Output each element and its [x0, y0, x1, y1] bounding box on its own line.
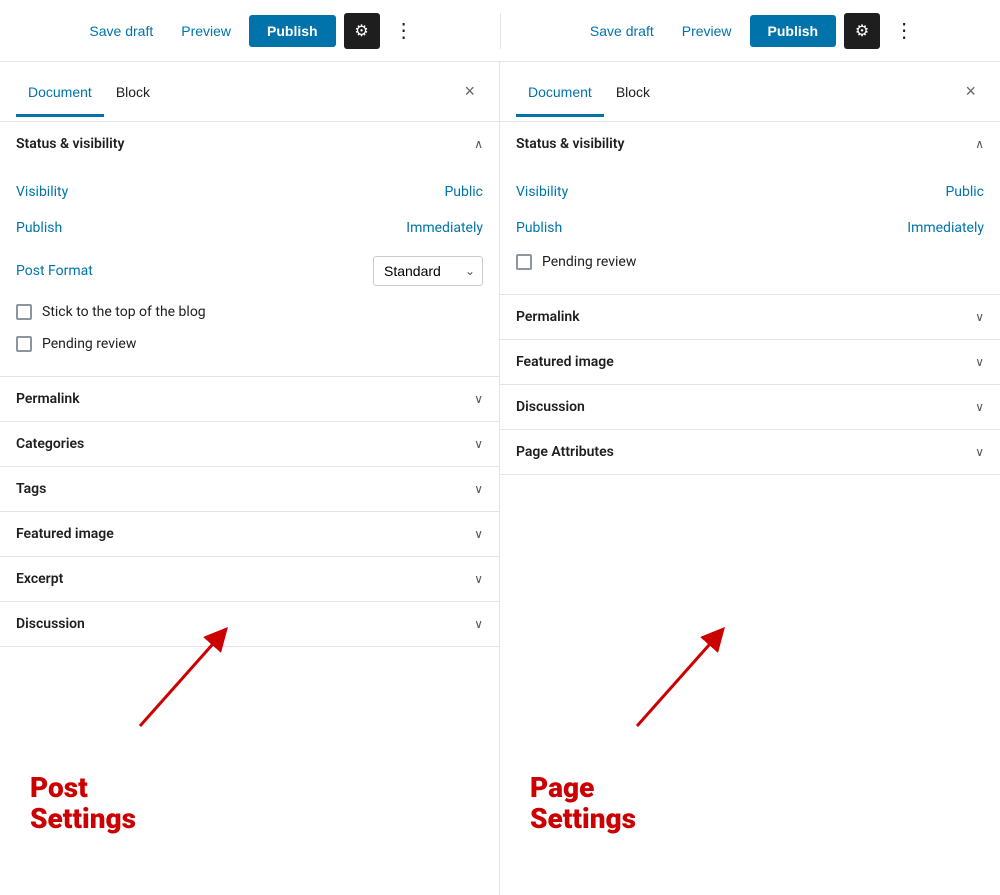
chevron-down-page-attrs-right: ∨	[975, 445, 984, 459]
chevron-down-excerpt-left: ∨	[474, 572, 483, 586]
section-header-status-right[interactable]: Status & visibility ∧	[500, 122, 1000, 166]
post-settings-label: Post Settings	[30, 773, 136, 835]
pending-review-checkbox-row-left: Pending review	[16, 328, 483, 360]
pending-review-checkbox-left[interactable]	[16, 336, 32, 352]
visibility-value-left[interactable]: Public	[444, 184, 483, 200]
visibility-label-left[interactable]: Visibility	[16, 184, 68, 200]
stick-top-checkbox[interactable]	[16, 304, 32, 320]
publish-row-left: Publish Immediately	[16, 210, 483, 246]
chevron-down-featured-right: ∨	[975, 355, 984, 369]
section-categories-left: Categories ∨	[0, 422, 499, 467]
section-header-featured-image-left[interactable]: Featured image ∨	[0, 512, 499, 556]
save-draft-button-right[interactable]: Save draft	[580, 17, 664, 45]
section-header-discussion-right[interactable]: Discussion ∨	[500, 385, 1000, 429]
post-format-select[interactable]: Standard Aside Image Video Quote Link	[373, 256, 483, 286]
close-panel-right[interactable]: ×	[957, 77, 984, 106]
tab-block-left[interactable]: Block	[104, 68, 162, 116]
chevron-down-discussion-right: ∨	[975, 400, 984, 414]
page-settings-label: Page Settings	[530, 773, 636, 835]
section-permalink-left: Permalink ∨	[0, 377, 499, 422]
section-header-excerpt-left[interactable]: Excerpt ∨	[0, 557, 499, 601]
visibility-label-right[interactable]: Visibility	[516, 184, 568, 200]
chevron-down-permalink-left: ∨	[474, 392, 483, 406]
chevron-down-permalink-right: ∨	[975, 310, 984, 324]
section-featured-image-left: Featured image ∨	[0, 512, 499, 557]
pending-review-label-left: Pending review	[42, 336, 136, 352]
chevron-down-tags-left: ∨	[474, 482, 483, 496]
section-header-permalink-left[interactable]: Permalink ∨	[0, 377, 499, 421]
close-panel-left[interactable]: ×	[456, 77, 483, 106]
publish-row-right: Publish Immediately	[516, 210, 984, 246]
section-permalink-right: Permalink ∨	[500, 295, 1000, 340]
section-status-left: Status & visibility ∧ Visibility Public …	[0, 122, 499, 377]
section-featured-image-right: Featured image ∨	[500, 340, 1000, 385]
section-header-status-left[interactable]: Status & visibility ∧	[0, 122, 499, 166]
section-header-page-attributes-right[interactable]: Page Attributes ∨	[500, 430, 1000, 474]
tab-block-right[interactable]: Block	[604, 68, 662, 116]
section-header-categories-left[interactable]: Categories ∨	[0, 422, 499, 466]
visibility-row-right: Visibility Public	[516, 174, 984, 210]
post-format-select-wrap[interactable]: Standard Aside Image Video Quote Link ⌄	[373, 256, 483, 286]
save-draft-button-left[interactable]: Save draft	[79, 17, 163, 45]
section-header-tags-left[interactable]: Tags ∨	[0, 467, 499, 511]
tab-document-right[interactable]: Document	[516, 68, 604, 116]
section-header-permalink-right[interactable]: Permalink ∨	[500, 295, 1000, 339]
pending-review-label-right: Pending review	[542, 254, 636, 270]
more-button-left[interactable]: ⋮	[388, 14, 421, 47]
preview-button-left[interactable]: Preview	[171, 17, 241, 45]
tab-document-left[interactable]: Document	[16, 68, 104, 116]
chevron-up-status-right: ∧	[975, 137, 984, 151]
gear-icon-left: ⚙	[354, 21, 368, 41]
visibility-value-right[interactable]: Public	[945, 184, 984, 200]
chevron-down-featured-left: ∨	[474, 527, 483, 541]
post-format-label-left: Post Format	[16, 263, 93, 279]
section-page-attributes-right: Page Attributes ∨	[500, 430, 1000, 475]
visibility-row-left: Visibility Public	[16, 174, 483, 210]
publish-value-right[interactable]: Immediately	[907, 220, 984, 236]
section-header-featured-image-right[interactable]: Featured image ∨	[500, 340, 1000, 384]
pending-review-checkbox-right[interactable]	[516, 254, 532, 270]
gear-button-right[interactable]: ⚙	[844, 13, 880, 49]
chevron-up-status-left: ∧	[474, 137, 483, 151]
section-discussion-right: Discussion ∨	[500, 385, 1000, 430]
publish-button-right[interactable]: Publish	[750, 15, 837, 47]
publish-label-right[interactable]: Publish	[516, 220, 562, 236]
post-format-row-left: Post Format Standard Aside Image Video Q…	[16, 246, 483, 296]
arrow-page-settings	[627, 616, 747, 740]
publish-value-left[interactable]: Immediately	[406, 220, 483, 236]
gear-button-left[interactable]: ⚙	[344, 13, 380, 49]
publish-label-left[interactable]: Publish	[16, 220, 62, 236]
chevron-down-discussion-left: ∨	[474, 617, 483, 631]
section-status-right: Status & visibility ∧ Visibility Public …	[500, 122, 1000, 295]
more-button-right[interactable]: ⋮	[888, 14, 921, 47]
arrow-post-settings	[130, 616, 250, 740]
section-excerpt-left: Excerpt ∨	[0, 557, 499, 602]
preview-button-right[interactable]: Preview	[672, 17, 742, 45]
section-tags-left: Tags ∨	[0, 467, 499, 512]
pending-review-checkbox-row-right: Pending review	[516, 246, 984, 278]
chevron-down-categories-left: ∨	[474, 437, 483, 451]
stick-top-label: Stick to the top of the blog	[42, 304, 206, 320]
stick-top-checkbox-row: Stick to the top of the blog	[16, 296, 483, 328]
gear-icon-right: ⚙	[855, 21, 869, 41]
publish-button-left[interactable]: Publish	[249, 15, 336, 47]
